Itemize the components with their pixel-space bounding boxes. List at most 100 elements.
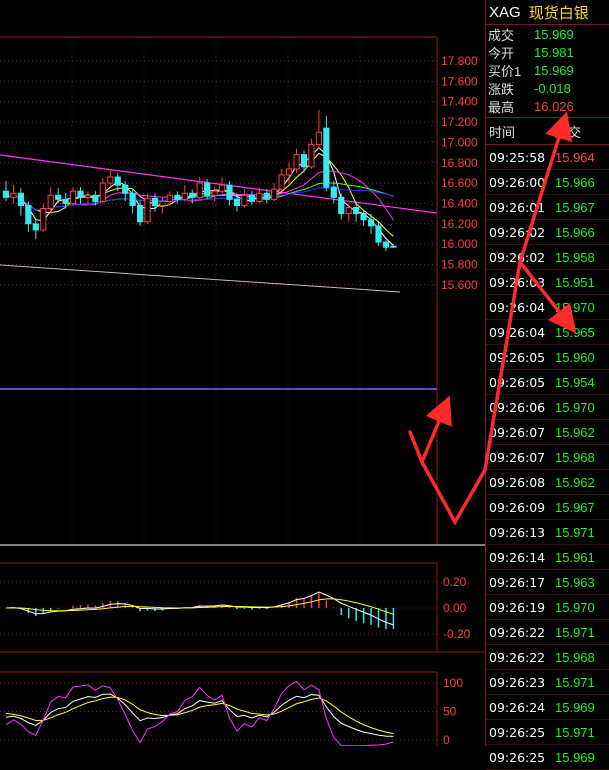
quote-label: 最高 — [488, 99, 515, 115]
tick-time: 09:26:22 — [489, 649, 546, 665]
candle-body — [107, 176, 114, 184]
candle-body — [137, 204, 144, 223]
tick-row[interactable]: 09:26:08 15.962 — [486, 470, 609, 495]
candle-body — [293, 154, 300, 170]
tick-price: 15.954 — [555, 374, 595, 390]
tick-row[interactable]: 09:26:02 15.966 — [486, 220, 609, 245]
tick-time: 09:26:04 — [489, 324, 546, 340]
price-tick-label: 17.800 — [441, 54, 478, 68]
tick-time: 09:26:05 — [489, 349, 546, 365]
candle-body — [55, 194, 62, 200]
tick-row[interactable]: 09:26:22 15.968 — [486, 645, 609, 670]
tick-time: 09:26:13 — [489, 524, 546, 540]
candle-body — [62, 198, 69, 204]
tick-row[interactable]: 09:26:06 15.970 — [486, 395, 609, 420]
tick-row[interactable]: 09:26:24 15.969 — [486, 695, 609, 720]
tick-time: 09:26:04 — [489, 299, 546, 315]
tick-price: 15.971 — [555, 624, 595, 640]
tick-price: 15.951 — [555, 274, 595, 290]
tick-time: 09:26:24 — [489, 699, 546, 715]
quote-label: 涨跌 — [488, 81, 515, 97]
price-tick-label: 15.800 — [441, 258, 478, 272]
tick-row[interactable]: 09:26:19 15.970 — [486, 595, 609, 620]
kdj-tick-label: 100 — [443, 676, 463, 690]
tick-price: 15.962 — [555, 474, 595, 490]
macd-tick-label: 0.00 — [443, 601, 467, 615]
tick-row[interactable]: 09:26:25 15.971 — [486, 720, 609, 745]
candle-body — [323, 127, 330, 188]
candle-body — [248, 194, 255, 202]
candle-body — [308, 143, 315, 168]
tick-row[interactable]: 09:26:07 15.968 — [486, 445, 609, 470]
candle-body — [159, 200, 166, 206]
quote-value: 15.969 — [534, 26, 574, 42]
tick-price: 15.965 — [555, 324, 595, 340]
tick-price: 15.970 — [555, 599, 595, 615]
tick-row[interactable]: 09:26:00 15.966 — [486, 170, 609, 195]
tick-price: 15.971 — [555, 524, 595, 540]
quote-value: 15.969 — [534, 62, 574, 78]
tick-row[interactable]: 09:26:23 15.971 — [486, 670, 609, 695]
tick-price: 15.971 — [555, 674, 595, 690]
tick-time: 09:26:07 — [489, 449, 546, 465]
tick-price: 15.960 — [555, 349, 595, 365]
candle-body — [166, 194, 174, 202]
symbol-name: 现货白银 — [528, 4, 589, 22]
tick-time: 09:26:25 — [489, 724, 546, 740]
symbol-code: XAG — [489, 3, 521, 21]
tick-row[interactable]: 09:26:13 15.971 — [486, 520, 609, 545]
tick-row[interactable]: 09:25:58 15.964 — [486, 145, 609, 170]
tick-time: 09:26:02 — [489, 224, 546, 240]
candle-body — [390, 245, 397, 248]
quote-value: 16.026 — [534, 98, 574, 114]
candle-body — [151, 197, 159, 206]
macd-tick-label: 0.20 — [443, 575, 467, 589]
candle-body — [189, 192, 196, 198]
tick-row[interactable]: 09:26:03 15.951 — [486, 270, 609, 295]
candle-body — [367, 219, 375, 227]
tick-row[interactable]: 09:26:09 15.967 — [486, 495, 609, 520]
tick-row[interactable]: 09:26:05 15.960 — [486, 345, 609, 370]
tick-row[interactable]: 09:26:02 15.958 — [486, 245, 609, 270]
tick-row[interactable]: 09:26:17 15.963 — [486, 570, 609, 595]
tick-time: 09:26:02 — [489, 249, 546, 265]
tick-price: 15.969 — [555, 749, 595, 765]
quote-label: 今开 — [488, 45, 515, 61]
tick-time: 09:26:22 — [489, 624, 546, 640]
tick-price: 15.967 — [555, 499, 595, 515]
tick-list[interactable]: 09:25:58 15.964 09:26:00 15.966 09:26:01 15.9… — [486, 145, 609, 770]
tick-row[interactable]: 09:26:07 15.962 — [486, 420, 609, 445]
ticks-header-time: 时间 — [489, 124, 516, 140]
candle-body — [99, 182, 106, 202]
tick-price: 15.963 — [555, 574, 595, 590]
tick-row[interactable]: 09:26:04 15.970 — [486, 295, 609, 320]
tick-row[interactable]: 09:26:25 15.969 — [486, 745, 609, 770]
candle-body — [263, 192, 270, 200]
kdj-tick-label: 50 — [443, 705, 457, 719]
tick-row[interactable]: 09:26:01 15.967 — [486, 195, 609, 220]
price-tick-label: 17.200 — [441, 115, 478, 129]
tick-row[interactable]: 09:26:05 15.954 — [486, 370, 609, 395]
tick-price: 15.966 — [555, 224, 595, 240]
kline-chart[interactable]: 17.800 17.600 17.400 17.200 17.000 16.800 16.6… — [0, 0, 485, 746]
tick-time: 09:26:07 — [489, 424, 546, 440]
tick-price: 15.970 — [555, 299, 595, 315]
candle-body — [330, 186, 337, 198]
quote-label: 买价1 — [488, 63, 522, 79]
tick-time: 09:26:19 — [489, 599, 546, 615]
candle-body — [17, 192, 24, 206]
quote-value: 15.981 — [534, 44, 574, 60]
candle-body — [174, 194, 181, 200]
candle-body — [10, 192, 17, 198]
tick-row[interactable]: 09:26:04 15.965 — [486, 320, 609, 345]
quote-row: 买价1 15.969 — [486, 61, 609, 79]
tick-price: 15.968 — [555, 449, 595, 465]
tick-row[interactable]: 09:26:22 15.971 — [486, 620, 609, 645]
price-tick-label: 16.800 — [441, 156, 478, 170]
tick-time: 09:26:05 — [489, 374, 546, 390]
candle-body — [286, 168, 293, 176]
candle-body — [226, 184, 233, 200]
tick-row[interactable]: 09:26:14 15.961 — [486, 545, 609, 570]
tick-price: 15.967 — [555, 199, 595, 215]
candle-body — [345, 207, 352, 215]
